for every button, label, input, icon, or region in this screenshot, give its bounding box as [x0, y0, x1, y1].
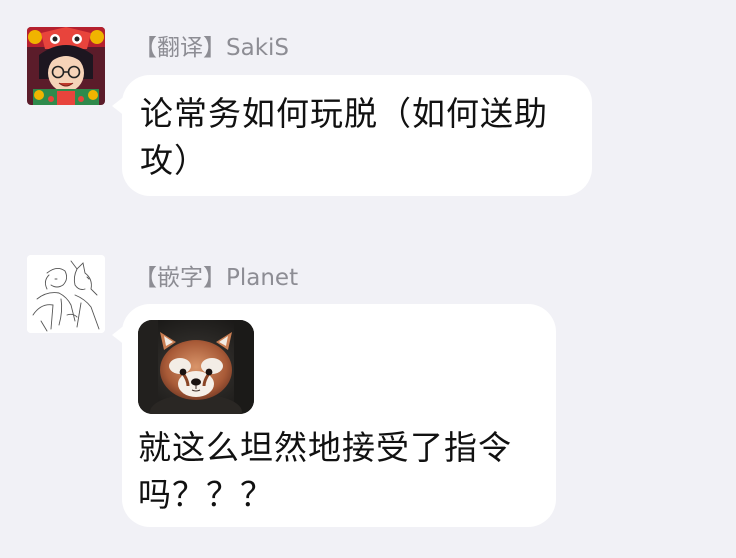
chat-message: 【翻译】SakiS 论常务如何玩脱（如何送助攻） — [0, 0, 736, 220]
message-text: 论常务如何玩脱（如何送助攻） — [140, 94, 548, 180]
message-text: 就这么坦然地接受了指令吗？？？ — [138, 428, 512, 514]
sender-name: 【嵌字】Planet — [134, 265, 299, 291]
sketch-avatar-icon[interactable] — [27, 255, 105, 333]
message-bubble[interactable]: 论常务如何玩脱（如何送助攻） — [112, 75, 592, 196]
cartoon-avatar-icon[interactable] — [27, 27, 105, 105]
red-panda-photo[interactable] — [138, 320, 254, 414]
message-bubble[interactable]: 就这么坦然地接受了指令吗？？？ — [112, 304, 556, 527]
sender-name: 【翻译】SakiS — [134, 35, 290, 61]
chat-message: 【嵌字】Planet 就这么坦然地接受了指令吗？？？ — [0, 228, 736, 558]
